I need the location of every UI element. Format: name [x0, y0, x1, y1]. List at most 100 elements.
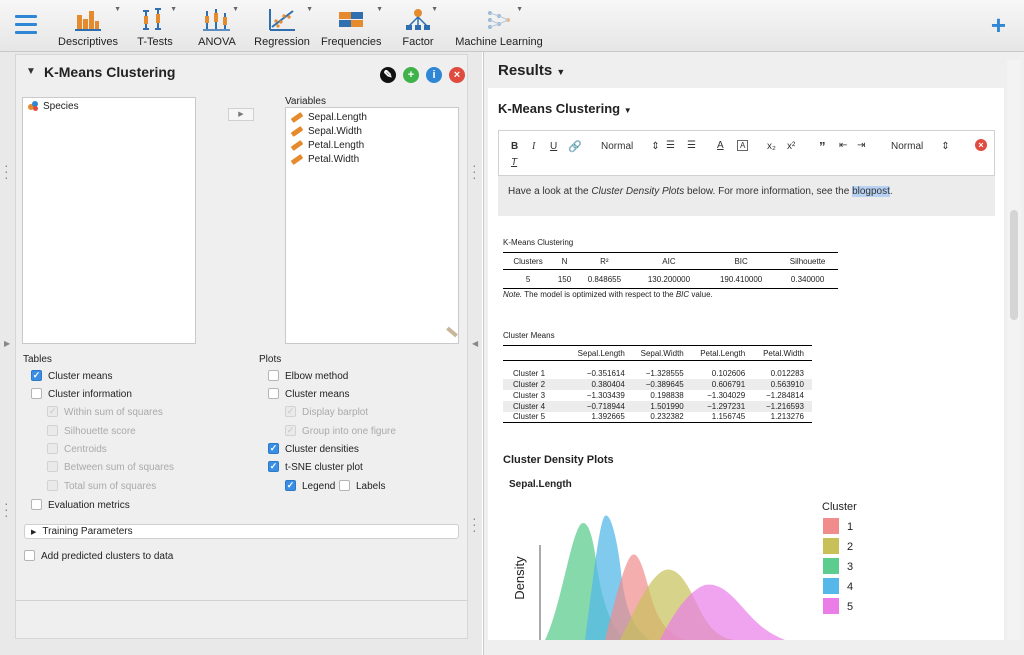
list-item[interactable]: Species	[28, 101, 79, 115]
elbow-method-checkbox[interactable]: Elbow method	[268, 369, 348, 383]
superscript-icon[interactable]: x²	[787, 141, 795, 152]
subscript-icon[interactable]: x₂	[767, 141, 776, 152]
ttests-button[interactable]: ▼ T-Tests	[135, 4, 177, 48]
total-sum-of-squares-checkbox[interactable]: Total sum of squares	[47, 479, 157, 493]
drag-handle-icon[interactable]: · · ·	[472, 511, 477, 537]
add-module-button[interactable]: +	[991, 12, 1006, 38]
display-barplot-checkbox[interactable]: ✓ Display barplot	[285, 405, 369, 419]
ordered-list-icon[interactable]: ☰	[666, 140, 675, 151]
move-variable-button[interactable]: ▶	[228, 108, 254, 121]
background-color-icon[interactable]: A	[737, 140, 749, 151]
cluster-densities-checkbox[interactable]: ✓ Cluster densities	[268, 442, 359, 456]
indent-icon[interactable]: ⇥	[857, 140, 865, 151]
drag-handle-icon[interactable]: · · ·	[4, 496, 9, 522]
underline-icon[interactable]: U	[550, 141, 557, 152]
bold-icon[interactable]: B	[511, 141, 518, 152]
table-cell: −0.718944	[586, 401, 625, 411]
table-row: Cluster 5 1.392665 0.232382 1.156745 1.2…	[503, 412, 812, 423]
density-plots-title: Cluster Density Plots	[503, 454, 614, 466]
note-link[interactable]: blogpost	[852, 186, 890, 197]
scrollbar-thumb[interactable]	[1010, 210, 1018, 320]
results-scrollbar[interactable]	[1007, 60, 1021, 640]
within-sum-of-squares-checkbox[interactable]: ✓ Within sum of squares	[47, 405, 163, 419]
results-section-title[interactable]: K-Means Clustering ▼	[498, 101, 632, 116]
duplicate-icon[interactable]: +	[403, 67, 419, 83]
ttests-icon	[140, 7, 170, 33]
table-cell: −1.216593	[765, 401, 804, 411]
evaluation-metrics-checkbox[interactable]: Evaluation metrics	[31, 498, 130, 512]
table-cell: −1.303439	[586, 390, 625, 400]
italic-icon[interactable]: I	[532, 141, 535, 152]
training-parameters-section[interactable]: ▶ Training Parameters	[24, 524, 459, 539]
collapse-panel-icon[interactable]: ▼	[26, 66, 36, 77]
text-color-icon[interactable]: A	[717, 140, 724, 151]
list-item[interactable]: Sepal.Width	[290, 125, 362, 140]
cluster-means-plot-checkbox[interactable]: Cluster means	[268, 387, 349, 401]
factor-button[interactable]: ▼ Factor	[400, 4, 438, 48]
variables-target-list[interactable]: Sepal.Length Sepal.Width Petal.Length Pe…	[285, 107, 459, 344]
collapse-left-icon[interactable]: ▶	[4, 340, 10, 348]
table-cell: Cluster 3	[513, 390, 546, 400]
legend-label: 5	[847, 601, 853, 613]
results-title[interactable]: Results ▼	[498, 62, 565, 79]
note-text: The model is optimized with respect to t…	[522, 290, 676, 299]
list-item[interactable]: Sepal.Length	[290, 111, 367, 126]
group-into-one-figure-checkbox[interactable]: ✓ Group into one figure	[285, 424, 396, 438]
variables-label: Variables	[285, 96, 326, 107]
info-icon[interactable]: i	[426, 67, 442, 83]
labels-checkbox[interactable]: Labels	[339, 479, 385, 493]
source-variables-list[interactable]: Species	[22, 97, 196, 344]
font-style-select[interactable]: Normal ⇕	[601, 141, 660, 152]
section-label: Training Parameters	[42, 526, 133, 537]
table-cell: 0.102606	[711, 368, 746, 378]
close-analysis-icon[interactable]: ×	[449, 67, 465, 83]
legend-label: 2	[847, 541, 853, 553]
close-editor-icon[interactable]: ×	[975, 139, 987, 151]
tool-label: T-Tests	[137, 36, 173, 48]
edit-title-icon[interactable]: ✎	[380, 67, 396, 83]
checkbox-label: Total sum of squares	[64, 481, 157, 492]
machine-learning-button[interactable]: ▼ Machine Learning	[455, 4, 543, 48]
collapse-right-icon[interactable]: ◀	[472, 340, 478, 348]
cluster-information-checkbox[interactable]: Cluster information	[31, 387, 132, 401]
list-item[interactable]: Petal.Width	[290, 153, 360, 168]
silhouette-score-checkbox[interactable]: Silhouette score	[47, 424, 136, 438]
centroids-checkbox[interactable]: Centroids	[47, 442, 107, 456]
table-cell: −1.304029	[707, 390, 746, 400]
descriptives-button[interactable]: ▼ Descriptives	[57, 4, 121, 48]
menu-icon[interactable]	[15, 15, 37, 35]
anova-button[interactable]: ▼ ANOVA	[197, 4, 239, 48]
variable-name: Petal.Width	[308, 154, 360, 165]
cluster-means-checkbox[interactable]: ✓ Cluster means	[31, 369, 112, 383]
table-cell: 1.501990	[650, 401, 684, 411]
table-cell: 1.392665	[591, 412, 625, 422]
table-cell: 0.606791	[711, 379, 746, 389]
variable-name: Sepal.Length	[308, 112, 367, 123]
between-sum-of-squares-checkbox[interactable]: Between sum of squares	[47, 460, 174, 474]
tsne-cluster-plot-checkbox[interactable]: ✓ t-SNE cluster plot	[268, 460, 363, 474]
checkbox-label: Display barplot	[302, 407, 369, 418]
font-size-select[interactable]: Normal ⇕	[891, 141, 950, 152]
note-text: .	[889, 186, 893, 197]
link-icon[interactable]: 🔗	[568, 140, 582, 153]
checkbox-label: Centroids	[64, 444, 107, 455]
checkbox-label: Evaluation metrics	[48, 500, 130, 511]
list-item[interactable]: Petal.Length	[290, 139, 364, 154]
regression-button[interactable]: ▼ Regression	[253, 4, 313, 48]
legend-swatch-1	[823, 518, 839, 534]
note-editor-toolbar: B I U 🔗 Normal ⇕ ☰ ☰ A A x₂ x² ” ⇤ ⇥ Norm…	[498, 130, 995, 176]
outdent-icon[interactable]: ⇤	[839, 140, 847, 151]
add-predicted-clusters-checkbox[interactable]: Add predicted clusters to data	[24, 549, 173, 563]
note-text: Have a look at the	[508, 186, 592, 197]
note-editor-body[interactable]: Have a look at the Cluster Density Plots…	[498, 176, 995, 216]
note-label: Note.	[503, 290, 523, 299]
legend-checkbox[interactable]: ✓ Legend	[285, 479, 335, 493]
drag-handle-icon[interactable]: · · ·	[472, 158, 477, 184]
bullet-list-icon[interactable]: ☰	[687, 140, 696, 151]
frequencies-button[interactable]: ▼ Frequencies	[321, 4, 383, 48]
tool-label: Descriptives	[58, 36, 118, 48]
drag-handle-icon[interactable]: · · ·	[4, 158, 9, 184]
table-cell: −0.351614	[586, 368, 625, 378]
clear-format-icon[interactable]: T	[511, 157, 517, 168]
blockquote-icon[interactable]: ”	[819, 139, 826, 154]
